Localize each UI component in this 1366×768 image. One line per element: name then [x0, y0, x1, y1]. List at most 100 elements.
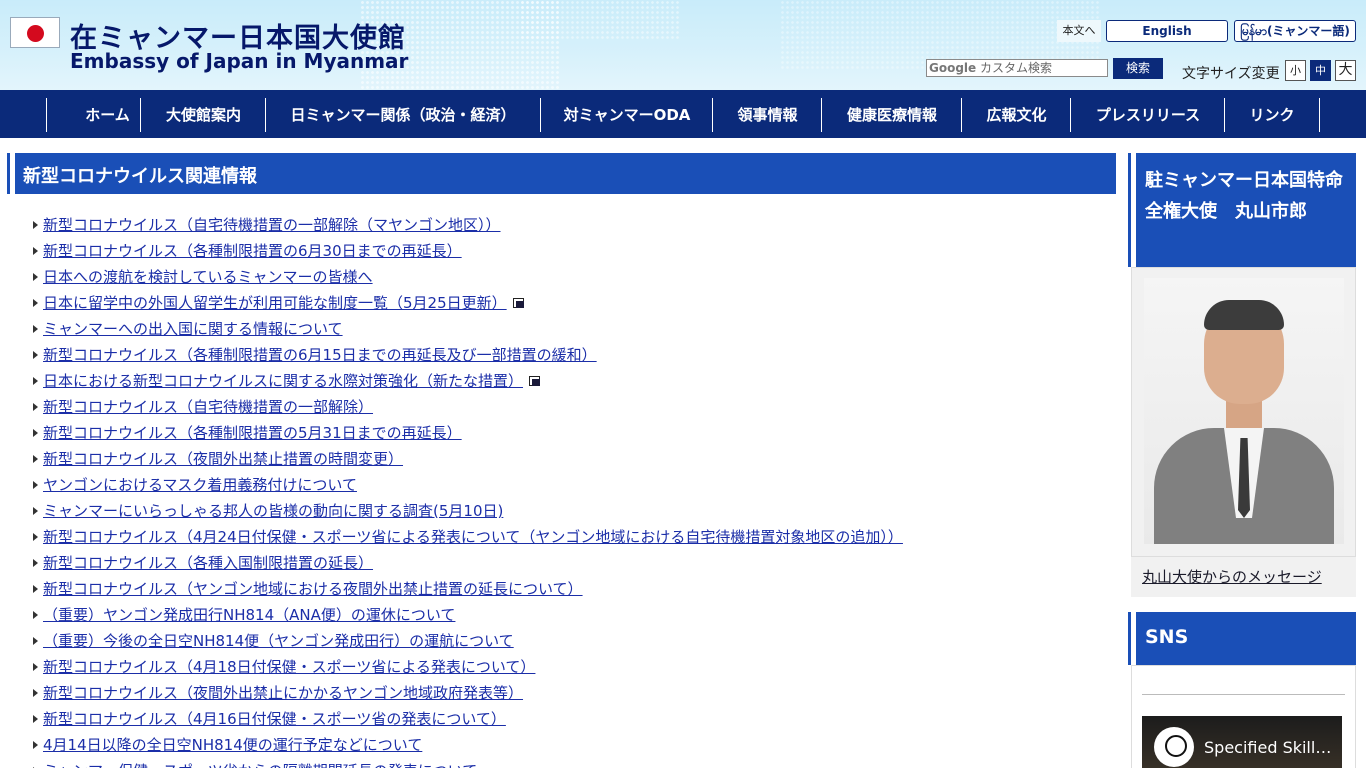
news-link[interactable]: 新型コロナウイルス（ヤンゴン地域における夜間外出禁止措置の延長について） — [43, 580, 583, 598]
triangle-bullet-icon — [33, 715, 38, 723]
triangle-bullet-icon — [33, 689, 38, 697]
triangle-bullet-icon — [33, 663, 38, 671]
news-link[interactable]: （重要）今後の全日空NH814便（ヤンゴン発成田行）の運航について — [43, 632, 514, 650]
font-size-small-button[interactable]: 小 — [1285, 60, 1306, 81]
triangle-bullet-icon — [33, 403, 38, 411]
section-title: 新型コロナウイルス関連情報 — [23, 166, 257, 187]
section-heading: 新型コロナウイルス関連情報 — [10, 153, 1116, 194]
nav-item-relations[interactable]: 日ミャンマー関係（政治・経済） — [265, 98, 540, 132]
triangle-bullet-icon — [33, 559, 38, 567]
news-link[interactable]: 新型コロナウイルス（夜間外出禁止措置の時間変更） — [43, 450, 403, 468]
ambassador-title: 駐ミャンマー日本国特命全権大使 丸山市郎 — [1145, 170, 1343, 222]
news-list-item: 新型コロナウイルス（各種制限措置の6月30日までの再延長） — [33, 238, 462, 264]
nav-item-press[interactable]: プレスリリース — [1070, 98, 1225, 132]
font-size-medium-button[interactable]: 中 — [1310, 60, 1331, 81]
news-list-item: 日本への渡航を検討しているミャンマーの皆様へ — [33, 264, 373, 290]
sns-title: SNS — [1145, 626, 1189, 648]
news-link[interactable]: 新型コロナウイルス（4月18日付保健・スポーツ省による発表について） — [43, 658, 535, 676]
search-input[interactable]: Google カスタム検索 — [926, 59, 1108, 77]
news-list-item: ミャンマー保健・スポーツ省からの隔離期間延長の発表について — [33, 758, 477, 768]
news-list-item: 日本における新型コロナウイルスに関する水際対策強化（新たな措置） — [33, 368, 541, 394]
triangle-bullet-icon — [33, 377, 38, 385]
news-link[interactable]: 日本への渡航を検討しているミャンマーの皆様へ — [43, 268, 373, 286]
triangle-bullet-icon — [33, 351, 38, 359]
news-list-item: （重要）ヤンゴン発成田行NH814（ANA便）の運休について — [33, 602, 455, 628]
font-size-large-button[interactable]: 大 — [1335, 60, 1356, 81]
news-link[interactable]: 新型コロナウイルス（各種制限措置の6月30日までの再延長） — [43, 242, 462, 260]
news-link[interactable]: 新型コロナウイルス（自宅待機措置の一部解除） — [43, 398, 373, 416]
news-list-item: 新型コロナウイルス（各種入国制限措置の延長） — [33, 550, 373, 576]
triangle-bullet-icon — [33, 455, 38, 463]
font-size-label: 文字サイズ変更 — [1182, 66, 1280, 82]
triangle-bullet-icon — [33, 299, 38, 307]
news-link[interactable]: 新型コロナウイルス（4月16日付保健・スポーツ省の発表について） — [43, 710, 506, 728]
triangle-bullet-icon — [33, 221, 38, 229]
news-list-item: ミャンマーへの出入国に関する情報について — [33, 316, 343, 342]
triangle-bullet-icon — [33, 429, 38, 437]
sns-divider — [1142, 694, 1345, 695]
nav-item-oda[interactable]: 対ミャンマーODA — [540, 98, 713, 132]
news-link[interactable]: 新型コロナウイルス（4月24日付保健・スポーツ省による発表について（ヤンゴン地域… — [43, 528, 903, 546]
news-link[interactable]: 4月14日以降の全日空NH814便の運行予定などについて — [43, 736, 422, 754]
sns-heading: SNS — [1131, 612, 1356, 665]
triangle-bullet-icon — [33, 273, 38, 281]
news-list-item: 新型コロナウイルス（4月16日付保健・スポーツ省の発表について） — [33, 706, 506, 732]
lang-english-button[interactable]: English — [1106, 20, 1228, 42]
external-window-icon — [529, 376, 541, 387]
triangle-bullet-icon — [33, 533, 38, 541]
news-list-item: 新型コロナウイルス（自宅待機措置の一部解除（マヤンゴン地区）） — [33, 212, 501, 238]
site-title-en[interactable]: Embassy of Japan in Myanmar — [70, 49, 408, 73]
skip-to-content-link[interactable]: 本文へ — [1057, 20, 1101, 42]
news-list-item: ミャンマーにいらっしゃる邦人の皆様の動向に関する調査(5月10日) — [33, 498, 503, 524]
triangle-bullet-icon — [33, 507, 38, 515]
nav-item-embassy[interactable]: 大使館案内 — [140, 98, 266, 132]
news-link[interactable]: 新型コロナウイルス（各種入国制限措置の延長） — [43, 554, 373, 572]
triangle-bullet-icon — [33, 247, 38, 255]
news-link[interactable]: 日本に留学中の外国人留学生が利用可能な制度一覧（5月25日更新） — [43, 294, 507, 312]
news-link[interactable]: 日本における新型コロナウイルスに関する水際対策強化（新たな措置） — [43, 372, 523, 390]
photo-hair — [1204, 300, 1284, 330]
news-list-item: 新型コロナウイルス（自宅待機措置の一部解除） — [33, 394, 373, 420]
search-placeholder: カスタム検索 — [976, 61, 1053, 75]
japan-flag-icon — [10, 17, 60, 48]
mofa-logo-icon — [1154, 727, 1194, 767]
nav-item-culture[interactable]: 広報文化 — [961, 98, 1071, 132]
triangle-bullet-icon — [33, 481, 38, 489]
news-list-item: 新型コロナウイルス（各種制限措置の6月15日までの再延長及び一部措置の緩和） — [33, 342, 597, 368]
world-map-decoration — [520, 0, 680, 40]
search-button[interactable]: 検索 — [1113, 58, 1163, 79]
ambassador-heading: 駐ミャンマー日本国特命全権大使 丸山市郎 — [1131, 153, 1356, 267]
news-link[interactable]: ミャンマーにいらっしゃる邦人の皆様の動向に関する調査(5月10日) — [43, 502, 503, 520]
news-link[interactable]: ミャンマーへの出入国に関する情報について — [43, 320, 343, 338]
video-title[interactable]: Specified Skilled Worker — [1204, 738, 1336, 757]
triangle-bullet-icon — [33, 325, 38, 333]
news-link[interactable]: ミャンマー保健・スポーツ省からの隔離期間延長の発表について — [43, 762, 477, 768]
external-window-icon — [512, 298, 525, 309]
news-link[interactable]: 新型コロナウイルス（夜間外出禁止にかかるヤンゴン地域政府発表等） — [43, 684, 523, 702]
triangle-bullet-icon — [33, 637, 38, 645]
news-list-item: 新型コロナウイルス（4月18日付保健・スポーツ省による発表について） — [33, 654, 535, 680]
news-list-item: 新型コロナウイルス（夜間外出禁止にかかるヤンゴン地域政府発表等） — [33, 680, 523, 706]
news-link[interactable]: ヤンゴンにおけるマスク着用義務付けについて — [43, 476, 357, 494]
lang-myanmar-button[interactable]: မြန်မာ(ミャンマー語) — [1234, 20, 1356, 42]
nav-item-health[interactable]: 健康医療情報 — [821, 98, 962, 132]
nav-item-links[interactable]: リンク — [1224, 98, 1320, 132]
triangle-bullet-icon — [33, 611, 38, 619]
news-list-item: 日本に留学中の外国人留学生が利用可能な制度一覧（5月25日更新） — [33, 290, 525, 316]
news-list-item: 新型コロナウイルス（ヤンゴン地域における夜間外出禁止措置の延長について） — [33, 576, 583, 602]
news-list-item: 新型コロナウイルス（夜間外出禁止措置の時間変更） — [33, 446, 403, 472]
nav-item-consular[interactable]: 領事情報 — [712, 98, 822, 132]
global-nav: ホーム 大使館案内 日ミャンマー関係（政治・経済） 対ミャンマーODA 領事情報… — [0, 90, 1366, 138]
flag-sun — [27, 25, 44, 42]
news-link[interactable]: 新型コロナウイルス（各種制限措置の5月31日までの再延長） — [43, 424, 462, 442]
news-link[interactable]: 新型コロナウイルス（自宅待機措置の一部解除（マヤンゴン地区）） — [43, 216, 501, 234]
news-link[interactable]: （重要）ヤンゴン発成田行NH814（ANA便）の運休について — [43, 606, 455, 624]
news-list-item: 4月14日以降の全日空NH814便の運行予定などについて — [33, 732, 422, 758]
news-list-item: ヤンゴンにおけるマスク着用義務付けについて — [33, 472, 357, 498]
ambassador-photo[interactable] — [1144, 278, 1344, 544]
news-link[interactable]: 新型コロナウイルス（各種制限措置の6月15日までの再延長及び一部措置の緩和） — [43, 346, 597, 364]
ambassador-message-link[interactable]: 丸山大使からのメッセージ — [1142, 566, 1322, 587]
site-header: 在ミャンマー日本国大使館 Embassy of Japan in Myanmar… — [0, 0, 1366, 90]
video-thumbnail[interactable]: Specified Skilled Worker — [1142, 716, 1342, 768]
news-list-item: 新型コロナウイルス（4月24日付保健・スポーツ省による発表について（ヤンゴン地域… — [33, 524, 903, 550]
